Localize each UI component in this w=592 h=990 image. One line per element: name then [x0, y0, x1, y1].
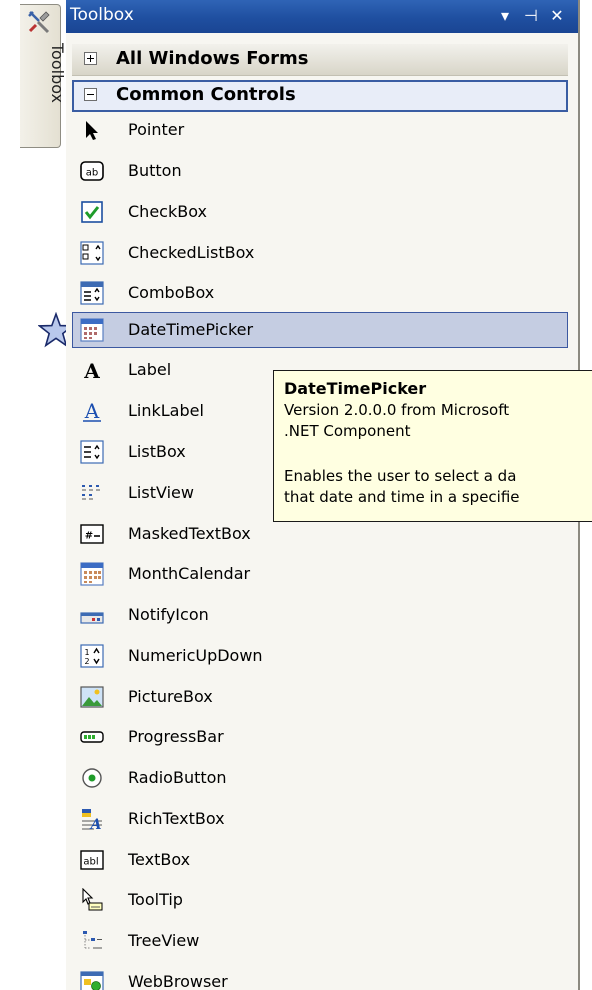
svg-text:A: A [84, 399, 100, 423]
toolbox-item-checkedlistbox[interactable]: CheckedListBox [72, 235, 568, 271]
tooltip-popup: DateTimePicker Version 2.0.0.0 from Micr… [273, 370, 592, 522]
treeview-icon [83, 931, 102, 949]
listbox-icon [80, 440, 104, 464]
svg-text:2: 2 [84, 657, 89, 666]
toolbox-item-richtextbox[interactable]: A RichTextBox [72, 801, 568, 837]
expand-plus-icon[interactable] [84, 52, 97, 65]
toolbox-item-progressbar[interactable]: ProgressBar [72, 719, 568, 755]
toolbox-side-tab[interactable]: Toolbox [20, 4, 67, 148]
toolbox-item-pointer[interactable]: Pointer [72, 112, 568, 148]
item-label: Button [128, 161, 182, 180]
item-label: NotifyIcon [128, 605, 209, 624]
category-label: All Windows Forms [116, 48, 309, 69]
category-all-windows-forms[interactable]: All Windows Forms [72, 44, 568, 76]
collapse-minus-icon[interactable] [84, 88, 97, 101]
button-icon: ab [80, 161, 104, 181]
numericupdown-icon: 1 2 [80, 644, 104, 668]
textbox-icon: abl [80, 850, 104, 870]
close-icon[interactable]: ✕ [546, 5, 568, 27]
side-tab-label: Toolbox [48, 43, 67, 103]
titlebar-title: Toolbox [70, 5, 134, 25]
tooltip-component: .NET Component [284, 422, 411, 440]
item-label: PictureBox [128, 687, 213, 706]
item-label: TextBox [128, 850, 191, 869]
item-label: WebBrowser [128, 972, 228, 990]
toolbox-item-combobox[interactable]: ComboBox [72, 275, 568, 311]
toolbox-item-tooltip[interactable]: ToolTip [72, 882, 568, 918]
tooltip-title: DateTimePicker [284, 379, 427, 398]
checkbox-icon [81, 201, 103, 223]
item-label: TreeView [128, 931, 200, 950]
svg-text:1: 1 [84, 648, 89, 657]
listview-icon [82, 485, 100, 500]
linklabel-icon: A [83, 399, 101, 423]
item-label: ProgressBar [128, 727, 224, 746]
label-icon: A [83, 359, 100, 382]
item-label: MonthCalendar [128, 564, 251, 583]
toolbox-item-notifyicon[interactable]: NotifyIcon [72, 597, 568, 633]
category-common-controls[interactable]: Common Controls [72, 80, 568, 112]
item-label: CheckedListBox [128, 243, 255, 262]
toolbox-item-button[interactable]: ab Button [72, 153, 568, 189]
tooltip-description-line-1: Enables the user to select a da [284, 467, 517, 485]
pin-icon[interactable]: ⊣ [520, 5, 542, 27]
toolbox-item-picturebox[interactable]: PictureBox [72, 679, 568, 715]
item-label: LinkLabel [128, 401, 204, 420]
richtextbox-icon: A [82, 809, 102, 831]
toolbox-item-checkbox[interactable]: CheckBox [72, 194, 568, 230]
svg-text:A: A [83, 359, 100, 382]
combobox-icon [80, 281, 104, 305]
item-label: DateTimePicker [128, 320, 254, 339]
picturebox-icon [80, 686, 104, 708]
item-label: ComboBox [128, 283, 215, 302]
toolbox-item-textbox[interactable]: abl TextBox [72, 842, 568, 878]
toolbox-item-treeview[interactable]: TreeView [72, 923, 568, 959]
pointer-icon [86, 121, 98, 140]
svg-text:A: A [89, 817, 102, 831]
toolbox-side-strip: Toolbox [0, 0, 74, 990]
category-label: Common Controls [116, 84, 296, 105]
tooltip-description-line-2: that date and time in a specifie [284, 488, 520, 506]
toolbox-item-numericupdown[interactable]: 1 2 NumericUpDown [72, 638, 568, 674]
item-label: MaskedTextBox [128, 524, 251, 543]
svg-text:#: # [85, 531, 93, 542]
toolbox-item-monthcalendar[interactable]: MonthCalendar [72, 556, 568, 592]
monthcalendar-icon [80, 562, 104, 586]
svg-text:abl: abl [83, 857, 98, 868]
toolbox-item-radiobutton[interactable]: RadioButton [72, 760, 568, 796]
item-label: ListBox [128, 442, 186, 461]
dropdown-icon[interactable]: ▾ [494, 5, 516, 27]
tooltip-version: Version 2.0.0.0 from Microsoft [284, 401, 510, 419]
item-label: NumericUpDown [128, 646, 263, 665]
svg-text:ab: ab [86, 168, 98, 179]
item-label: RichTextBox [128, 809, 225, 828]
item-label: ToolTip [128, 890, 183, 909]
item-label: RadioButton [128, 768, 227, 787]
toolbox-item-webbrowser[interactable]: WebBrowser [72, 964, 568, 990]
item-label: Label [128, 360, 172, 379]
checkedlistbox-icon [80, 241, 104, 265]
tooltip-icon [82, 888, 103, 911]
webbrowser-icon [80, 971, 104, 990]
maskedtextbox-icon: # [80, 524, 104, 544]
item-label: ListView [128, 483, 194, 502]
toolbox-titlebar: Toolbox ▾ ⊣ ✕ [66, 0, 578, 33]
toolbox-item-datetimepicker[interactable]: DateTimePicker [72, 312, 568, 348]
radiobutton-icon [82, 768, 102, 788]
progressbar-icon [80, 731, 104, 743]
datetimepicker-icon [80, 318, 104, 342]
toolbox-icon [28, 11, 50, 34]
notifyicon-icon [80, 612, 104, 624]
item-label: CheckBox [128, 202, 207, 221]
item-label: Pointer [128, 120, 185, 139]
